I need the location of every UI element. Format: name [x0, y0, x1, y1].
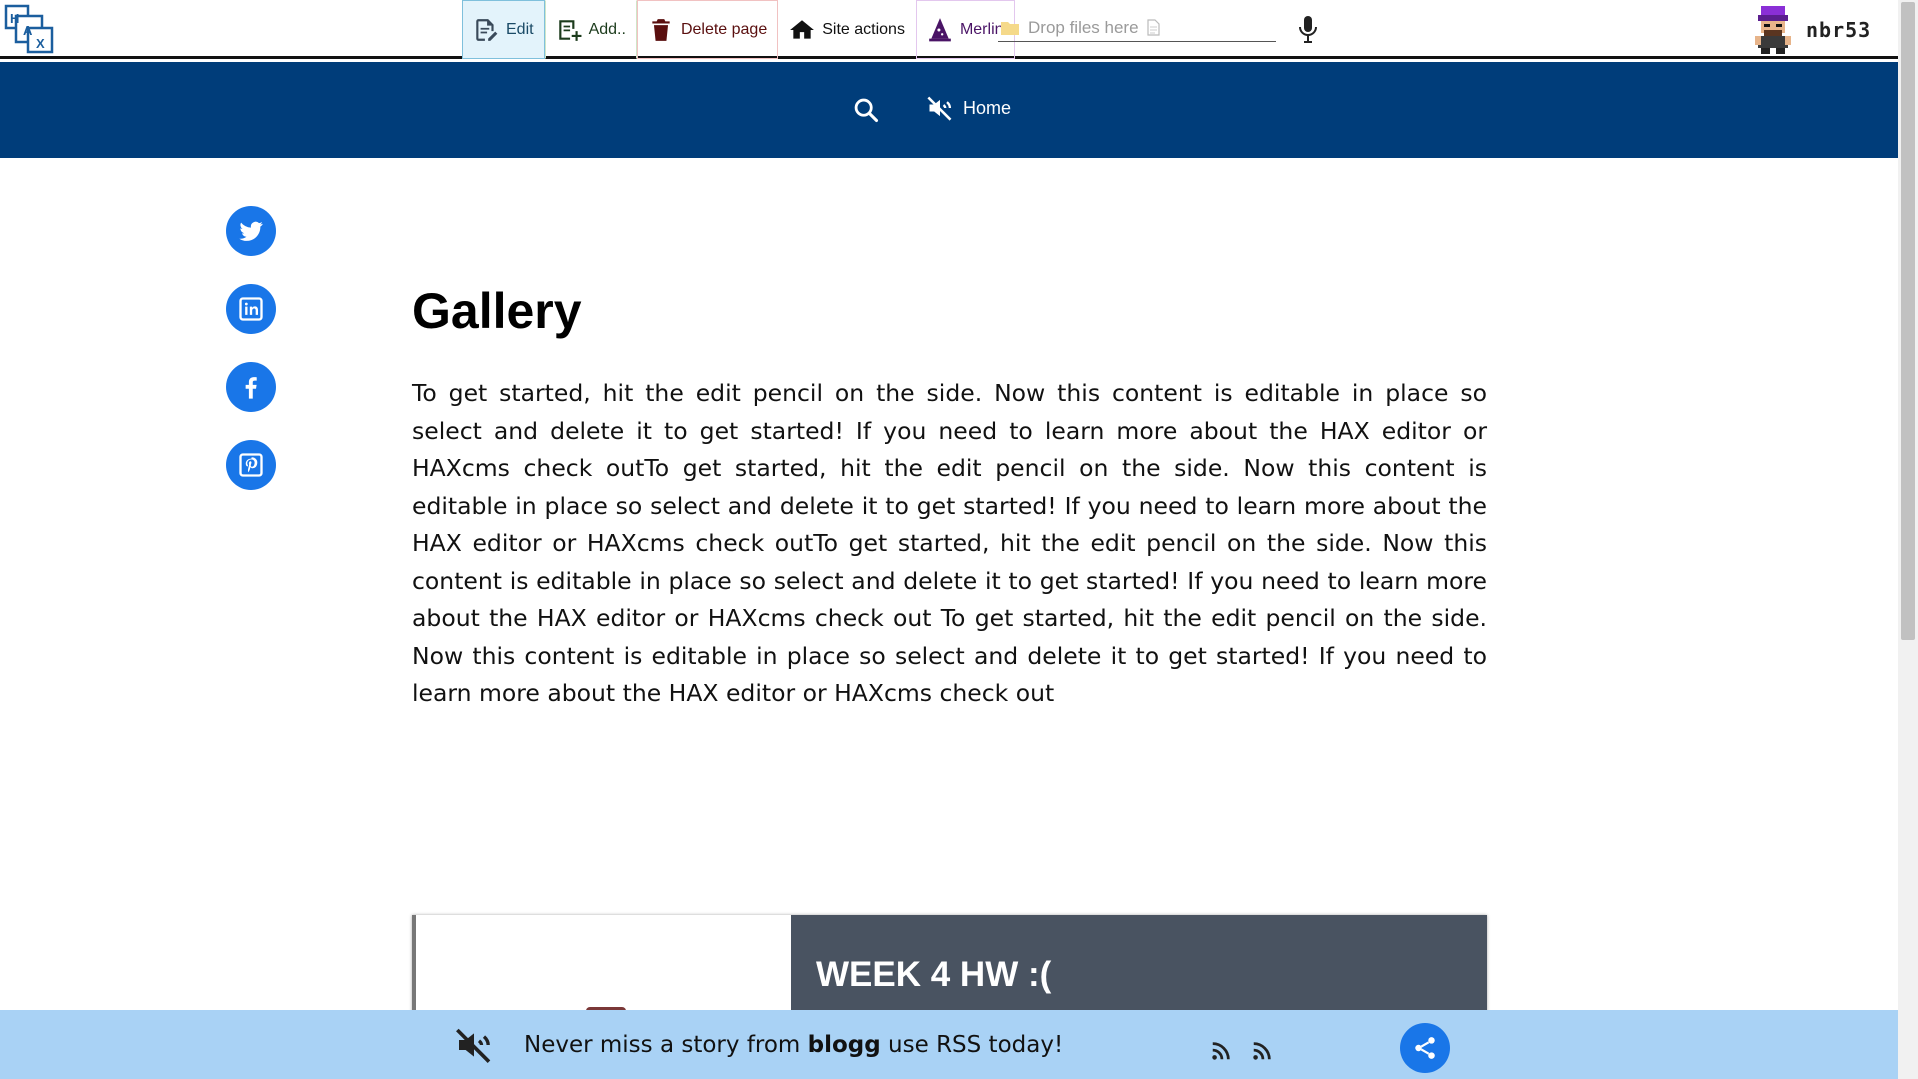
drop-files-placeholder: Drop files here — [1028, 17, 1139, 37]
hax-toolbar: H A X Edit Add.. Delete page Site action… — [0, 0, 1898, 59]
volume-off-icon — [927, 96, 952, 121]
facebook-share-button[interactable] — [226, 362, 276, 412]
card-title: WEEK 4 HW :( — [816, 955, 1052, 994]
gallery-card[interactable]: WEEK 4 HW :( — [412, 915, 1487, 1015]
delete-label: Delete page — [680, 20, 768, 38]
rss-icon[interactable] — [1210, 1040, 1232, 1062]
atom-feed-icon[interactable] — [1251, 1040, 1273, 1062]
page-title: Gallery — [412, 283, 582, 339]
merlin-label: Merlin — [959, 20, 1004, 38]
microphone-icon[interactable] — [1296, 14, 1320, 46]
twitter-share-button[interactable] — [226, 206, 276, 256]
avatar — [1755, 6, 1791, 54]
svg-text:X: X — [36, 36, 45, 51]
home-link[interactable]: Home — [926, 94, 1011, 122]
rss-footer-bar: Never miss a story from blogg use RSS to… — [0, 1010, 1898, 1079]
svg-text:A: A — [23, 23, 33, 38]
pinterest-icon — [239, 453, 263, 477]
page-body-text[interactable]: To get started, hit the edit pencil on t… — [412, 375, 1487, 713]
edit-label: Edit — [506, 20, 534, 38]
site-name: blogg — [807, 1032, 881, 1058]
add-label: Add.. — [588, 20, 626, 38]
card-body: WEEK 4 HW :( — [791, 915, 1487, 1015]
site-header: Home — [0, 62, 1898, 158]
linkedin-icon — [239, 297, 263, 321]
username: nbr53 — [1806, 18, 1872, 42]
file-icon — [1146, 19, 1160, 36]
trash-icon — [652, 18, 670, 41]
svg-text:H: H — [10, 11, 19, 26]
folder-icon — [1001, 21, 1019, 35]
edit-button[interactable]: Edit — [462, 0, 545, 59]
pinterest-share-button[interactable] — [226, 440, 276, 490]
user-menu[interactable]: nbr53 — [1752, 6, 1871, 54]
rss-message: Never miss a story from blogg use RSS to… — [524, 1032, 1063, 1058]
share-icon — [1415, 1037, 1435, 1059]
delete-page-button[interactable]: Delete page — [636, 0, 779, 59]
rss-message-prefix: Never miss a story from — [524, 1032, 808, 1058]
linkedin-share-button[interactable] — [226, 284, 276, 334]
hax-logo-icon[interactable]: H A X — [4, 4, 56, 56]
home-settings-icon — [790, 19, 815, 39]
card-image — [412, 915, 791, 1015]
drop-files-area[interactable]: Drop files here — [998, 14, 1276, 42]
scrollbar-thumb[interactable] — [1901, 2, 1915, 640]
toolbar-actions: Edit Add.. Delete page Site actions Merl… — [462, 0, 1015, 59]
volume-off-icon[interactable] — [453, 1025, 495, 1065]
wizard-hat-icon — [929, 17, 951, 41]
search-icon[interactable] — [852, 96, 880, 124]
home-label: Home — [963, 97, 1012, 118]
facebook-icon — [245, 377, 257, 399]
twitter-icon — [239, 221, 263, 241]
site-actions-label: Site actions — [822, 20, 905, 38]
add-block-icon — [558, 19, 582, 41]
edit-page-icon — [476, 18, 498, 41]
share-button[interactable] — [1400, 1023, 1450, 1073]
rss-message-suffix: use RSS today! — [880, 1032, 1064, 1058]
add-button[interactable]: Add.. — [544, 0, 637, 59]
site-actions-button[interactable]: Site actions — [778, 0, 916, 59]
